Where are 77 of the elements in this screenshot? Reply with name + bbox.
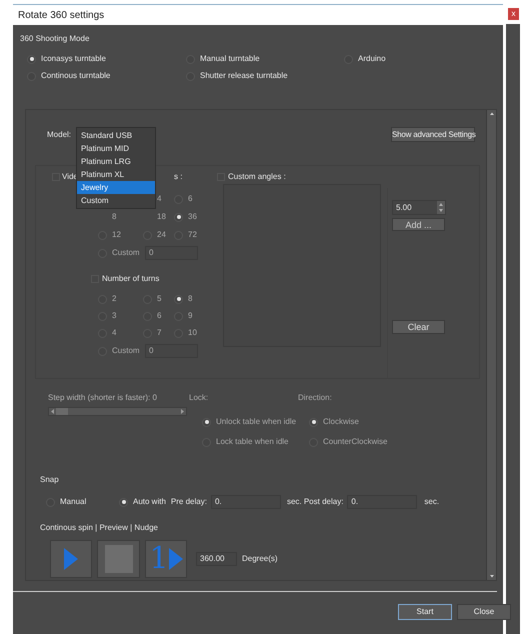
advanced-settings-button[interactable]: Show advanced Settings (391, 127, 475, 142)
field-label: s : (174, 171, 182, 183)
field-label: Model: (47, 128, 72, 140)
field-label: Degree(s) (242, 553, 278, 565)
slider-label: Step width (shorter is faster): 0 (48, 392, 158, 404)
footer-button[interactable]: Close (457, 604, 511, 620)
radio-label: Auto with (133, 496, 166, 508)
play-icon (64, 548, 78, 570)
checkbox-label: Number of turns (102, 273, 160, 285)
group-title: Direction: (298, 392, 332, 404)
radio-label: 6 (188, 193, 192, 205)
radio-label: 4 (157, 192, 162, 204)
checkbox-label: Custom angles : (228, 171, 286, 183)
model-dropdown-list[interactable]: Standard USB Platinum MID Platinum LRG Platinum XL Jewelry Custom (76, 127, 156, 209)
spin-arrows-icon[interactable] (437, 201, 445, 214)
input-field[interactable]: 0. (210, 495, 281, 509)
dropdown-item[interactable]: Platinum XL (77, 168, 155, 181)
radio-label: Iconasys turntable (41, 53, 106, 65)
radio-label: 36 (188, 211, 197, 223)
radio-label: Manual turntable (200, 53, 260, 65)
left-arrow-icon[interactable] (49, 408, 56, 415)
radio-label: Clockwise (323, 416, 360, 428)
section-title: Snap (40, 475, 59, 484)
radio-label: 4 (112, 327, 116, 339)
stop-icon (104, 545, 132, 573)
right-arrow-icon[interactable] (179, 408, 186, 415)
radio-label: Lock table when idle (216, 436, 288, 448)
radio-label: 10 (188, 327, 197, 339)
radio-label: 3 (112, 310, 116, 322)
angle-spinbox[interactable]: 5.00 (392, 200, 446, 215)
dropdown-item[interactable]: Platinum MID (77, 142, 155, 155)
radio-label: 8 (112, 210, 116, 222)
play-icon (168, 548, 183, 570)
radio-label: Custom (112, 345, 140, 357)
dropdown-item[interactable]: Jewelry (77, 181, 155, 194)
field-label: sec. (424, 496, 440, 508)
radio-label: 7 (157, 327, 162, 339)
add-button[interactable]: Add ... (392, 218, 445, 231)
radio-label: Unlock table when idle (216, 416, 296, 428)
stop-button[interactable] (97, 540, 140, 578)
radio-label: 8 (188, 293, 192, 305)
scroll-down-icon[interactable] (488, 572, 496, 580)
scroll-up-icon[interactable] (488, 110, 496, 118)
field-label: Pre delay: (170, 496, 207, 508)
radio-label: 5 (157, 293, 162, 305)
radio-label: Arduino (358, 53, 386, 65)
radio-label: 9 (188, 310, 192, 322)
radio-button[interactable] (119, 498, 128, 506)
group-title: Lock: (189, 392, 208, 404)
radio-label: Continous turntable (41, 70, 110, 82)
field-label: sec. Post delay: (286, 496, 344, 508)
dropdown-item[interactable]: Custom (77, 194, 155, 207)
radio-label: 6 (157, 310, 162, 322)
radio-label: Custom (112, 247, 140, 259)
input-field[interactable]: 360.00 (196, 552, 237, 566)
radio-label: 72 (188, 229, 197, 241)
play-button[interactable] (50, 540, 92, 578)
window-title: Rotate 360 settings (18, 8, 104, 22)
footer-button[interactable]: Start (398, 604, 452, 620)
input-field[interactable]: 0. (347, 495, 418, 509)
radio-button[interactable] (27, 54, 36, 64)
section-title: Continous spin | Preview | Nudge (40, 523, 158, 532)
radio-label: 24 (157, 229, 166, 241)
radio-label: 2 (112, 293, 116, 305)
radio-label: Manual (60, 496, 86, 508)
scrollbar[interactable] (486, 110, 496, 580)
dropdown-item[interactable]: Platinum LRG (77, 155, 155, 168)
clear-button[interactable]: Clear (392, 320, 445, 334)
section-title: 360 Shooting Mode (20, 34, 90, 43)
step-width-slider[interactable] (48, 407, 187, 416)
radio-label: Shutter release turntable (200, 70, 288, 82)
radio-label: 18 (157, 210, 166, 222)
slider-thumb[interactable] (56, 408, 68, 415)
dropdown-item[interactable]: Standard USB (77, 129, 155, 142)
radio-label: CounterClockwise (323, 436, 388, 448)
window-close-button[interactable]: x (508, 8, 519, 20)
radio-label: 12 (112, 229, 121, 241)
